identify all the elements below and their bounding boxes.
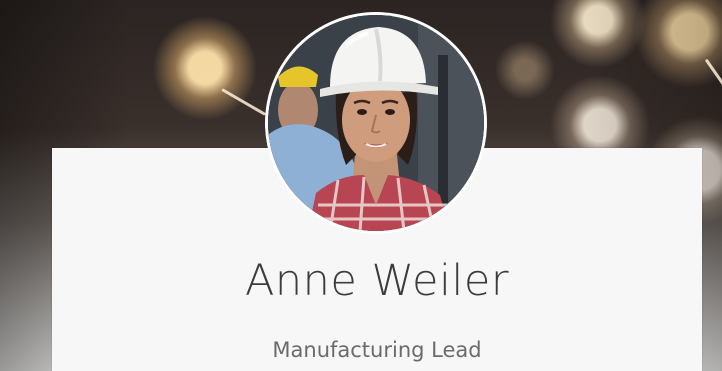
profile-screen: Anne Weiler Manufacturing Lead xyxy=(0,0,722,371)
avatar[interactable] xyxy=(265,12,487,234)
light-beam xyxy=(221,88,267,116)
person-photo-icon xyxy=(268,15,484,231)
avatar-photo xyxy=(268,15,484,231)
light-beam xyxy=(704,58,722,94)
profile-title: Manufacturing Lead xyxy=(272,338,482,362)
profile-name: Anne Weiler xyxy=(244,256,510,306)
